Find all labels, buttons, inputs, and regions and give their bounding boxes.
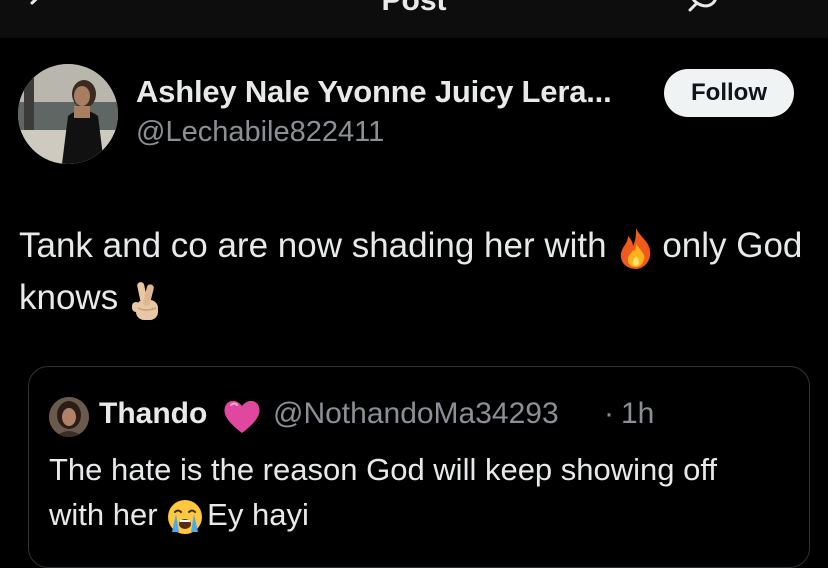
post-text-part1: Tank and co are now shading her with [19,226,617,265]
author-name[interactable]: Ashley Nale Yvonne Juicy Lera... [136,74,612,110]
quote-author-avatar[interactable] [49,397,89,437]
post-text: Tank and co are now shading her with onl… [19,220,809,324]
crossed-fingers-emoji-icon [131,281,158,320]
pink-heart-emoji-icon [224,400,260,433]
quote-author-handle[interactable]: @NothandoMa34293 [273,397,559,431]
quote-separator: · [604,397,614,430]
quote-author-name[interactable]: Thando [99,397,207,431]
quote-avatar-photo [49,397,89,437]
loudly-crying-face-emoji-icon [168,499,203,534]
quote-timestamp[interactable]: 1h [621,397,654,431]
fire-emoji-icon [621,227,651,269]
quote-text: The hate is the reason God will keep sho… [49,447,769,537]
reply-icon[interactable] [686,0,720,16]
top-bar: Post [0,0,828,38]
author-avatar[interactable] [18,64,118,164]
follow-button[interactable]: Follow [664,69,794,117]
quoted-post-card[interactable]: Thando @NothandoMa34293 · 1h The hate is… [28,366,810,568]
quote-text-part1: The hate is the reason God will keep sho… [49,452,718,532]
quote-text-part2: Ey hayi [207,497,309,532]
author-handle[interactable]: @Lechabile822411 [136,116,384,149]
avatar-photo [18,64,118,164]
